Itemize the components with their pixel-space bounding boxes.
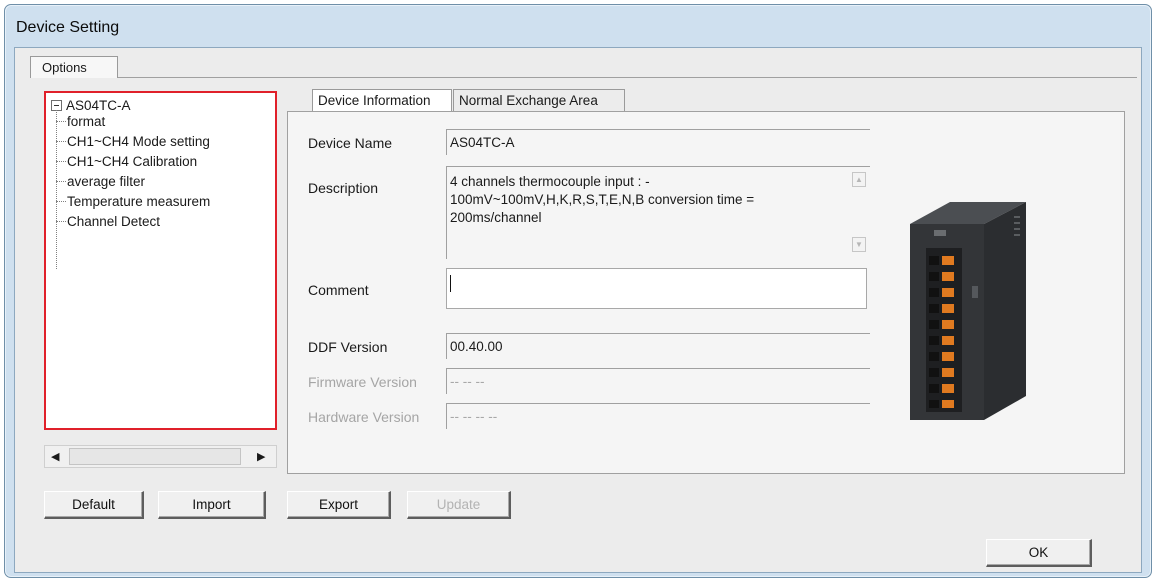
tree-item-channel-detect[interactable]: Channel Detect: [56, 211, 160, 231]
tree-item-format[interactable]: format: [56, 111, 105, 131]
ok-button[interactable]: OK: [986, 539, 1092, 567]
import-button[interactable]: Import: [158, 491, 266, 519]
default-button[interactable]: Default: [44, 491, 144, 519]
tree-item-label: average filter: [67, 173, 146, 189]
dialog-client-area: Options AS04TC-A format CH1~CH4 Mode set…: [14, 47, 1142, 573]
firmware-version-field: -- -- --: [446, 368, 870, 394]
tree-item-average-filter[interactable]: average filter: [56, 171, 145, 191]
tree-item-label: Temperature measurem: [67, 193, 211, 209]
arrow-up-icon[interactable]: ▲: [852, 172, 866, 187]
tab-device-information[interactable]: Device Information: [312, 89, 452, 111]
update-button[interactable]: Update: [407, 491, 511, 519]
settings-tree[interactable]: AS04TC-A format CH1~CH4 Mode setting CH1…: [44, 91, 277, 430]
tree-item-mode-setting[interactable]: CH1~CH4 Mode setting: [56, 131, 210, 151]
tree-item-temperature-measurement[interactable]: Temperature measurem: [56, 191, 210, 211]
tree-item-label: CH1~CH4 Calibration: [67, 153, 198, 169]
tree-item-label: format: [67, 113, 106, 129]
description-box: 4 channels thermocouple input : - 100mV~…: [446, 166, 870, 259]
export-button[interactable]: Export: [287, 491, 391, 519]
arrow-right-icon[interactable]: ▶: [257, 450, 265, 463]
hardware-version-field: -- -- -- --: [446, 403, 870, 429]
collapse-minus-icon[interactable]: [51, 99, 62, 111]
tab-divider: [118, 77, 1137, 78]
device-setting-window: Device Setting Options AS04TC-A format C…: [4, 4, 1152, 578]
ddf-version-field: 00.40.00: [446, 333, 870, 359]
device-name-field: AS04TC-A: [446, 129, 870, 155]
arrow-down-icon[interactable]: ▼: [852, 237, 866, 252]
tree-item-label: Channel Detect: [67, 213, 161, 229]
description-text: 4 channels thermocouple input : - 100mV~…: [450, 174, 755, 225]
description-label: Description: [308, 180, 379, 196]
tree-horizontal-scrollbar[interactable]: ◀ ▶: [44, 445, 277, 468]
device-name-label: Device Name: [308, 135, 393, 151]
hardware-version-label: Hardware Version: [308, 409, 420, 425]
tab-normal-exchange-area[interactable]: Normal Exchange Area: [453, 89, 625, 111]
comment-label: Comment: [308, 282, 369, 298]
ddf-version-label: DDF Version: [308, 339, 388, 355]
tree-item-label: CH1~CH4 Mode setting: [67, 133, 210, 149]
firmware-version-label: Firmware Version: [308, 374, 417, 390]
device-module-image: [910, 202, 1026, 420]
tab-options[interactable]: Options: [30, 56, 118, 78]
tree-item-calibration[interactable]: CH1~CH4 Calibration: [56, 151, 197, 171]
arrow-left-icon[interactable]: ◀: [51, 450, 59, 463]
device-information-panel: Device Name AS04TC-A Description 4 chann…: [287, 111, 1125, 474]
comment-input[interactable]: [446, 268, 867, 309]
window-title: Device Setting: [16, 19, 120, 36]
scrollbar-thumb[interactable]: [69, 448, 241, 465]
text-caret: [450, 275, 451, 292]
